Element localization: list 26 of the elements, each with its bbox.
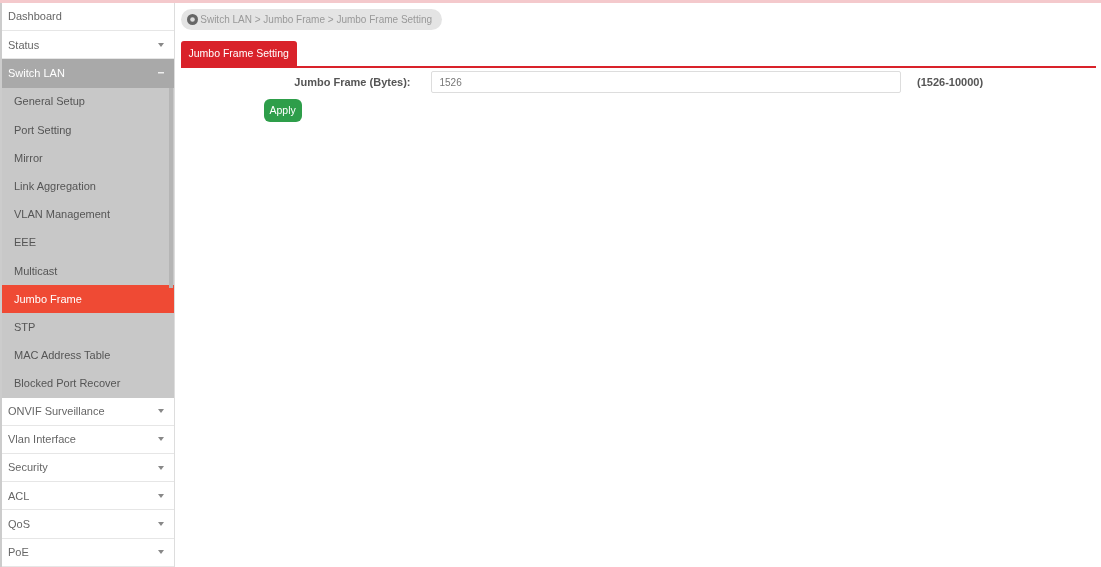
apply-button[interactable]: Apply	[263, 98, 302, 123]
expand-icon	[158, 409, 164, 414]
sidebar-subitem[interactable]: Multicast	[2, 256, 174, 285]
sidebar-subitem[interactable]: EEE	[2, 228, 174, 257]
sidebar-subitem[interactable]: Blocked Port Recover	[2, 369, 174, 398]
sidebar-subitem[interactable]: MAC Address Table	[2, 341, 174, 370]
expand-icon	[158, 465, 164, 470]
home-icon	[186, 13, 198, 25]
sidebar-subitem[interactable]: General Setup	[2, 87, 174, 116]
field-label: Jumbo Frame (Bytes):	[293, 74, 412, 90]
expand-icon	[158, 521, 164, 526]
sidebar-subitem[interactable]: Mirror	[2, 143, 174, 173]
input-field[interactable]: 1526	[430, 71, 901, 93]
sidebar-subitem[interactable]: Port Setting	[2, 115, 174, 144]
sidebar-subitem[interactable]: Jumbo Frame	[2, 284, 174, 314]
breadcrumb: Switch LAN > Jumbo Frame > Jumbo Frame Setting	[180, 8, 442, 30]
sidebar-subitem[interactable]: VLAN Management	[2, 200, 174, 229]
tab[interactable]: Jumbo Frame Setting	[180, 40, 297, 67]
sidebar-subitem[interactable]: STP	[2, 313, 174, 342]
expand-icon	[158, 493, 164, 498]
expand-icon	[158, 437, 164, 442]
sidebar-subitem[interactable]: Link Aggregation	[2, 172, 174, 201]
collapse-icon	[158, 72, 164, 75]
expand-icon	[158, 550, 164, 555]
range-hint: (1526-10000)	[917, 74, 984, 90]
expand-icon	[158, 42, 164, 47]
